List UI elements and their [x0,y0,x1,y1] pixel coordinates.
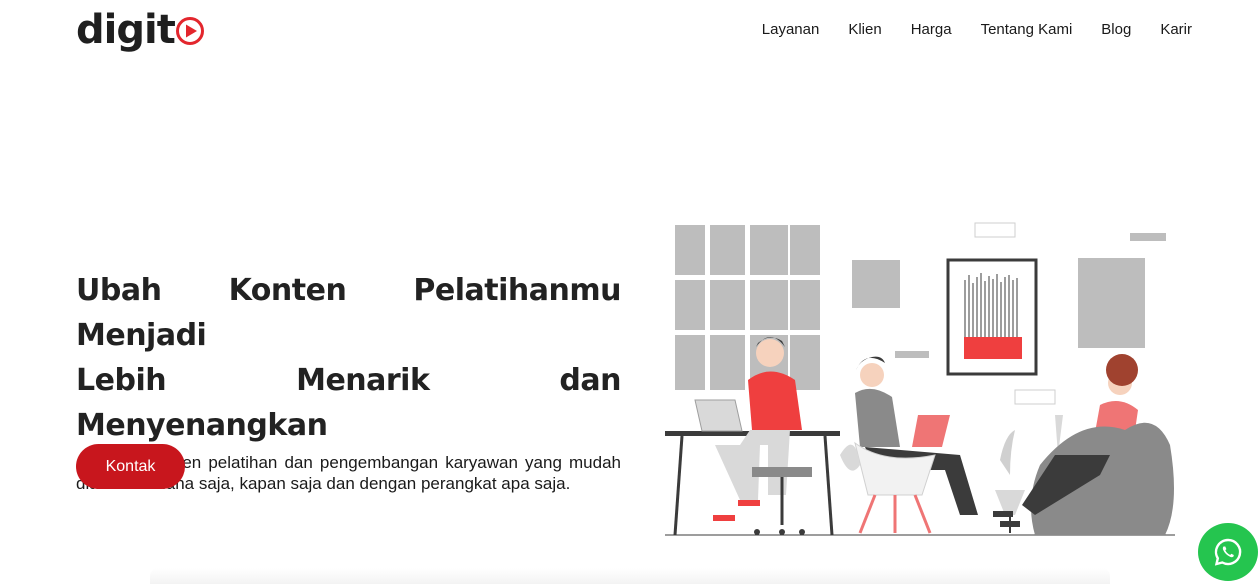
contact-button[interactable]: Kontak [76,444,185,489]
section-card-edge [150,568,1110,584]
nav-item-harga[interactable]: Harga [911,19,952,41]
hero-title-line-1: Ubah Konten Pelatihanmu Menjadi [76,273,622,353]
nav-item-karir[interactable]: Karir [1160,19,1192,41]
main-nav: Layanan Klien Harga Tentang Kami Blog Ka… [762,19,1192,41]
whatsapp-icon [1214,538,1242,566]
brand-logo[interactable]: digit [76,8,205,52]
window-graphic [675,225,820,390]
office-team-illustration [665,222,1175,536]
nav-item-layanan[interactable]: Layanan [762,19,820,41]
hero-title: Ubah Konten Pelatihanmu Menjadi Lebih Me… [76,268,622,448]
nav-item-klien[interactable]: Klien [848,19,881,41]
play-icon [175,17,204,45]
hero-title-line-2: Lebih Menarik dan Menyenangkan [76,363,622,443]
whatsapp-button[interactable] [1198,523,1258,581]
nav-item-blog[interactable]: Blog [1101,19,1131,41]
brand-name: digit [76,7,176,53]
nav-item-tentang-kami[interactable]: Tentang Kami [981,19,1073,41]
